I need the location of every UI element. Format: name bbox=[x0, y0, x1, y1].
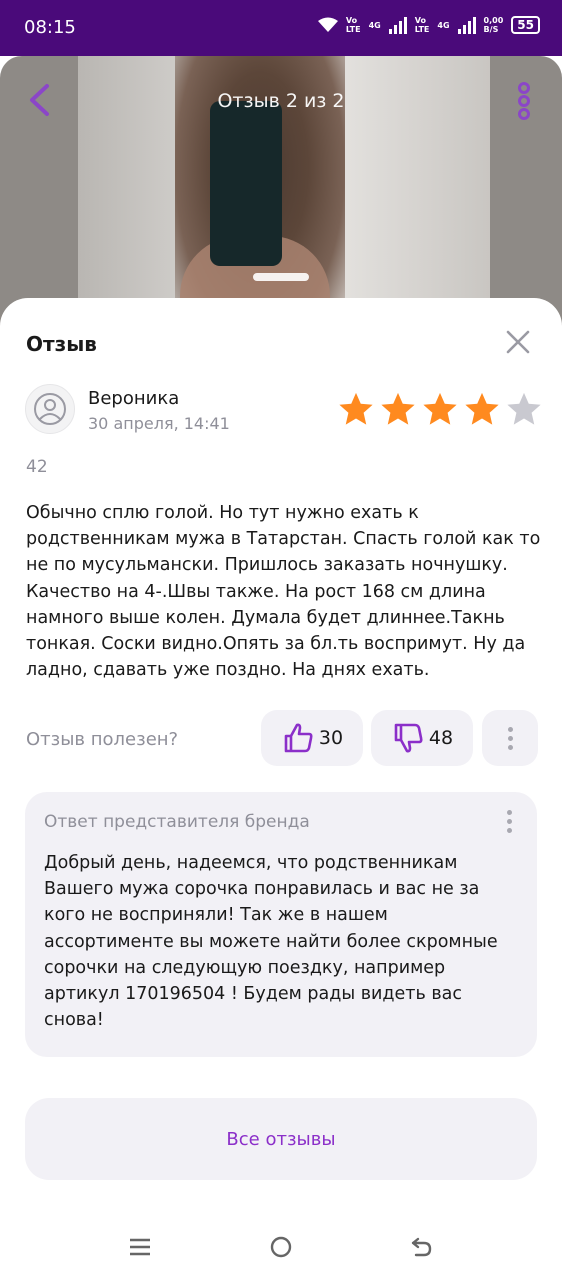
like-count: 30 bbox=[318, 727, 344, 749]
brand-reply-text: Добрый день, надеемся, что родственникам… bbox=[44, 853, 498, 1031]
network-gen-1: 4G bbox=[369, 21, 381, 30]
review-counter-title: Отзыв 2 из 2 bbox=[217, 90, 345, 112]
review-more-button[interactable] bbox=[482, 710, 538, 766]
dot-icon bbox=[506, 828, 512, 833]
review-sheet: Отзыв Вероника 30 апреля, 14:41 42 Обычн… bbox=[0, 298, 562, 1267]
vertical-dots-icon bbox=[512, 82, 536, 120]
net1-top: Vo bbox=[345, 16, 358, 25]
dot-icon bbox=[507, 726, 513, 732]
star-filled-icon bbox=[465, 392, 499, 425]
drag-handle[interactable] bbox=[253, 273, 309, 281]
status-bar: 08:15 Vo LTE 4G Vo LTE 4G 0,00 B/S 55 bbox=[0, 0, 562, 56]
brand-reply-card: Ответ представителя бренда Добрый день, … bbox=[25, 792, 537, 1057]
dot-icon bbox=[506, 819, 512, 824]
close-icon bbox=[506, 330, 530, 354]
more-options-button[interactable] bbox=[512, 82, 536, 122]
all-reviews-button[interactable]: Все отзывы bbox=[25, 1098, 537, 1180]
star-filled-icon bbox=[381, 392, 415, 425]
like-button[interactable]: 30 bbox=[261, 710, 363, 766]
thumbs-up-icon bbox=[284, 723, 313, 753]
menu-icon bbox=[130, 1238, 150, 1256]
rating-stars bbox=[337, 390, 543, 428]
review-author: Вероника bbox=[88, 388, 180, 409]
system-nav-bar bbox=[0, 1222, 562, 1267]
dot-icon bbox=[507, 744, 513, 750]
nav-menu-button[interactable] bbox=[129, 1236, 151, 1258]
net1-bottom: LTE bbox=[345, 25, 361, 34]
brand-reply-more-button[interactable] bbox=[503, 810, 515, 840]
dislike-button[interactable]: 48 bbox=[371, 710, 473, 766]
network-volte-1: Vo LTE bbox=[346, 16, 361, 34]
signal-icon bbox=[388, 16, 407, 34]
net2-bottom: LTE bbox=[414, 25, 430, 34]
status-time: 08:15 bbox=[24, 17, 76, 38]
avatar bbox=[25, 384, 75, 434]
close-button[interactable] bbox=[504, 328, 532, 356]
net2-top: Vo bbox=[414, 16, 426, 25]
speed-bottom: B/S bbox=[483, 25, 499, 34]
review-photo[interactable]: Отзыв 2 из 2 bbox=[0, 56, 562, 336]
net2-gen: 4G bbox=[437, 20, 450, 30]
speed-top: 0,00 bbox=[483, 16, 504, 25]
battery-indicator: 55 bbox=[511, 16, 540, 34]
status-icons: Vo LTE 4G Vo LTE 4G 0,00 B/S 55 bbox=[317, 16, 540, 34]
photo-phone bbox=[210, 101, 282, 266]
star-filled-icon bbox=[423, 392, 457, 425]
back-arrow-icon bbox=[411, 1237, 432, 1257]
signal-icon-2 bbox=[457, 16, 476, 34]
review-date: 30 апреля, 14:41 bbox=[88, 414, 230, 433]
review-count: 42 bbox=[26, 457, 48, 477]
dot-icon bbox=[507, 735, 513, 741]
brand-reply-title: Ответ представителя бренда bbox=[44, 812, 310, 832]
review-text: Обычно сплю голой. Но тут нужно ехать к … bbox=[26, 503, 541, 681]
nav-back-button[interactable] bbox=[410, 1236, 434, 1258]
nav-home-button[interactable] bbox=[270, 1236, 292, 1258]
network-volte-2: Vo LTE bbox=[415, 16, 430, 34]
star-empty-icon bbox=[507, 392, 541, 425]
thumbs-down-icon bbox=[394, 723, 423, 753]
dislike-count: 48 bbox=[428, 727, 454, 749]
network-gen-2: 4G bbox=[437, 21, 449, 30]
net1-gen: 4G bbox=[368, 20, 381, 30]
home-circle-icon bbox=[270, 1236, 292, 1258]
wifi-icon bbox=[317, 17, 338, 32]
user-icon bbox=[34, 393, 66, 425]
sheet-title: Отзыв bbox=[26, 332, 97, 356]
star-filled-icon bbox=[339, 392, 373, 425]
helpful-label: Отзыв полезен? bbox=[26, 729, 179, 750]
data-speed: 0,00 B/S bbox=[484, 16, 504, 34]
dot-icon bbox=[506, 810, 512, 815]
